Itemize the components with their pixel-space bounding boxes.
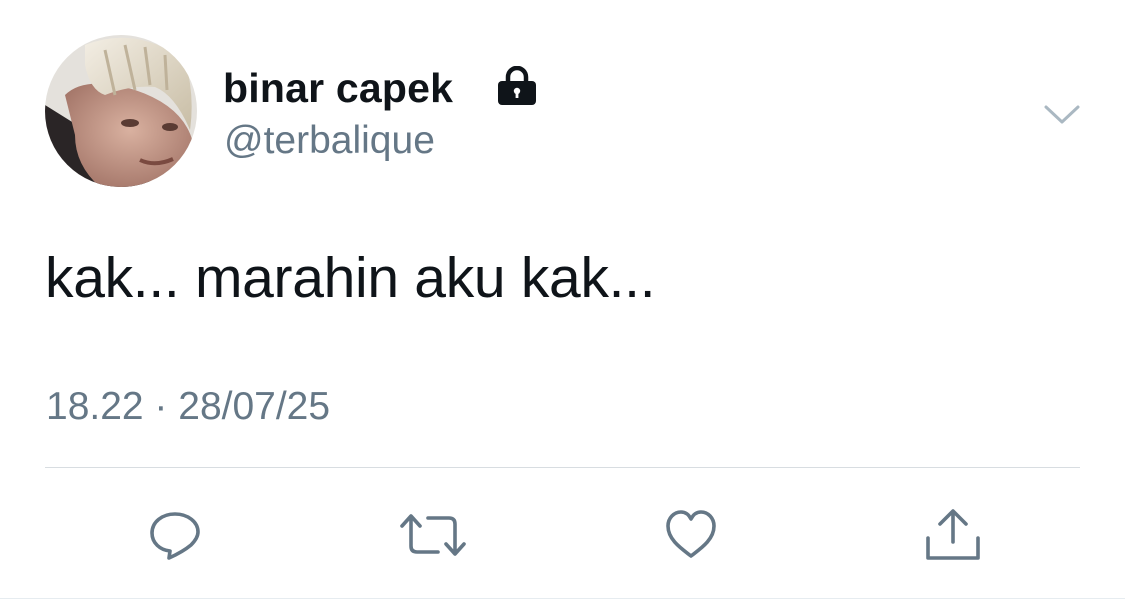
avatar[interactable] <box>45 35 197 187</box>
user-handle[interactable]: @terbalique <box>224 118 435 164</box>
tweet-timestamp[interactable]: 18.22 · 28/07/25 <box>46 384 330 430</box>
reply-icon <box>150 512 200 560</box>
reply-button[interactable] <box>148 508 202 562</box>
display-name[interactable]: binar capek <box>223 64 453 112</box>
share-button[interactable] <box>924 508 980 562</box>
share-icon <box>926 509 980 560</box>
retweet-icon <box>400 514 466 556</box>
heart-icon <box>666 510 716 558</box>
retweet-button[interactable] <box>398 508 466 562</box>
chevron-down-icon[interactable] <box>1043 98 1081 128</box>
divider <box>45 467 1080 468</box>
tweet-text: kak... marahin aku kak... <box>45 246 656 310</box>
avatar-photo <box>45 35 197 187</box>
lock-icon <box>498 66 536 105</box>
bottom-divider <box>0 598 1125 599</box>
like-button[interactable] <box>664 508 718 562</box>
